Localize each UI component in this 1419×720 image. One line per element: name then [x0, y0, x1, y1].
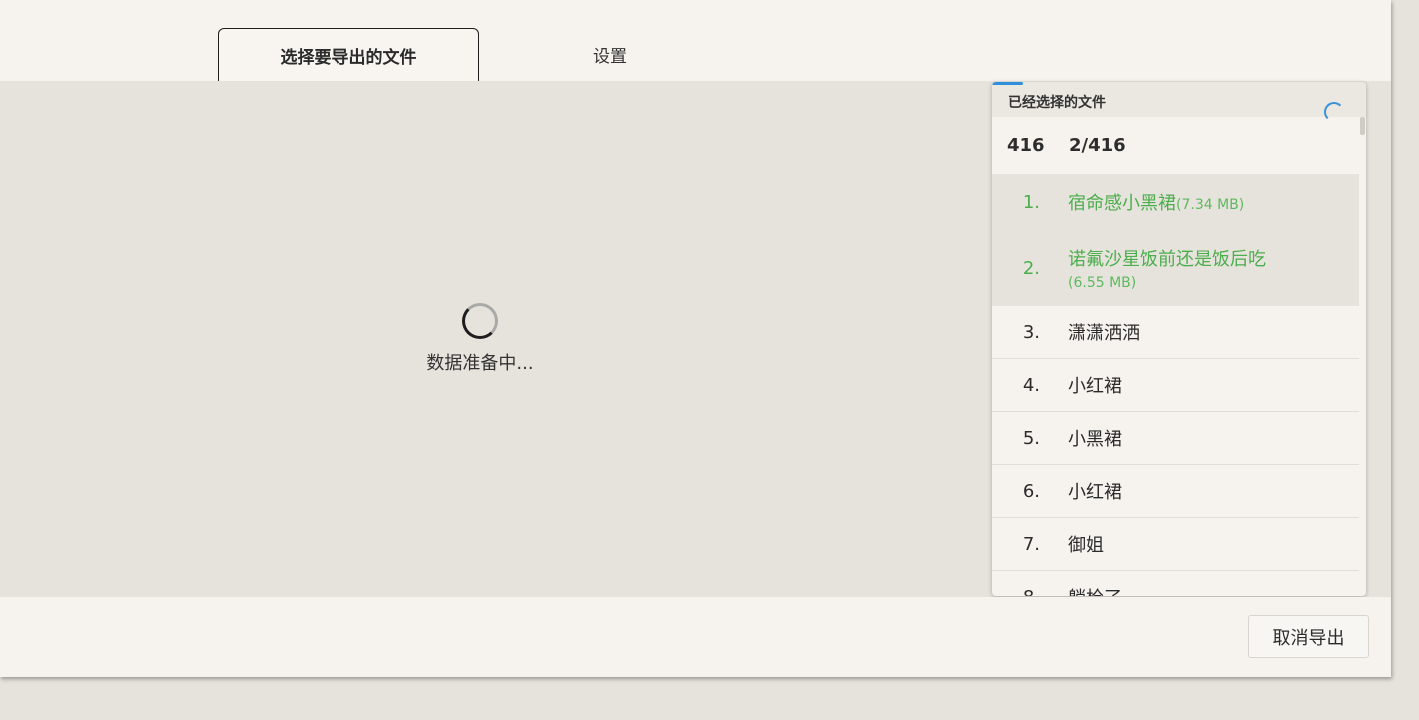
loading-text: 数据准备中... [426, 353, 534, 374]
item-name: 潇潇洒洒 [1068, 323, 1140, 344]
item-size: (6.55 MB) [1068, 274, 1137, 291]
item-index: 4. [1022, 374, 1040, 396]
cancel-export-button[interactable]: 取消导出 [1248, 615, 1369, 658]
list-item[interactable]: 4. 小红裙 [992, 359, 1359, 412]
tab-select-files[interactable]: 选择要导出的文件 [218, 28, 479, 82]
list-item[interactable]: 1. 宿命感小黑裙(7.34 MB) [992, 174, 1359, 230]
item-name: 小黑裙 [1068, 429, 1122, 450]
item-index: 3. [1022, 321, 1040, 343]
tab-settings[interactable]: 设置 [540, 28, 680, 81]
panel-header: 已经选择的文件 [992, 82, 1366, 122]
list-item[interactable]: 6. 小红裙 [992, 465, 1359, 518]
item-name: 小红裙 [1068, 482, 1122, 503]
selection-counts: 416 2/416 [992, 117, 1359, 174]
list-item[interactable]: 8. 躺枪了 [992, 571, 1359, 597]
total-count: 416 [1007, 135, 1045, 156]
list-item[interactable]: 3. 潇潇洒洒 [992, 306, 1359, 359]
panel-title: 已经选择的文件 [1008, 95, 1106, 111]
item-index: 2. [1022, 257, 1040, 279]
tab-bar: 选择要导出的文件 设置 [0, 0, 1391, 82]
item-index: 6. [1022, 480, 1040, 502]
export-window: 选择要导出的文件 设置 数据准备中... 已经选择的文件 416 2/416 1… [0, 0, 1391, 677]
item-name: 小红裙 [1068, 376, 1122, 397]
item-size: (7.34 MB) [1176, 197, 1245, 213]
item-name: 诺氟沙星饭前还是饭后吃 [1068, 248, 1266, 270]
list-item[interactable]: 7. 御姐 [992, 518, 1359, 571]
item-name: 躺枪了 [1068, 584, 1359, 596]
selected-files-panel: 已经选择的文件 416 2/416 1. 宿命感小黑裙(7.34 MB) 2. … [992, 82, 1366, 596]
loading-indicator: 数据准备中... [420, 303, 540, 375]
scrollbar-thumb[interactable] [1360, 117, 1365, 135]
panel-accent-bar [992, 82, 1023, 85]
item-index: 5. [1022, 427, 1040, 449]
item-index: 1. [1022, 191, 1040, 213]
list-item[interactable]: 2. 诺氟沙星饭前还是饭后吃 (6.55 MB) [992, 230, 1359, 306]
list-item[interactable]: 5. 小黑裙 [992, 412, 1359, 465]
item-name: 宿命感小黑裙 [1068, 193, 1176, 214]
item-index: 8. [992, 587, 1068, 597]
item-name: 御姐 [1068, 535, 1104, 556]
item-index: 7. [1022, 533, 1040, 555]
selected-files-list: 1. 宿命感小黑裙(7.34 MB) 2. 诺氟沙星饭前还是饭后吃 (6.55 M… [992, 174, 1359, 596]
loading-spinner-icon [462, 303, 498, 339]
file-content-area: 数据准备中... 已经选择的文件 416 2/416 1. 宿命感小黑裙(7.3… [0, 81, 1391, 597]
footer-bar: 取消导出 [0, 597, 1391, 677]
progress-count: 2/416 [1069, 135, 1126, 156]
